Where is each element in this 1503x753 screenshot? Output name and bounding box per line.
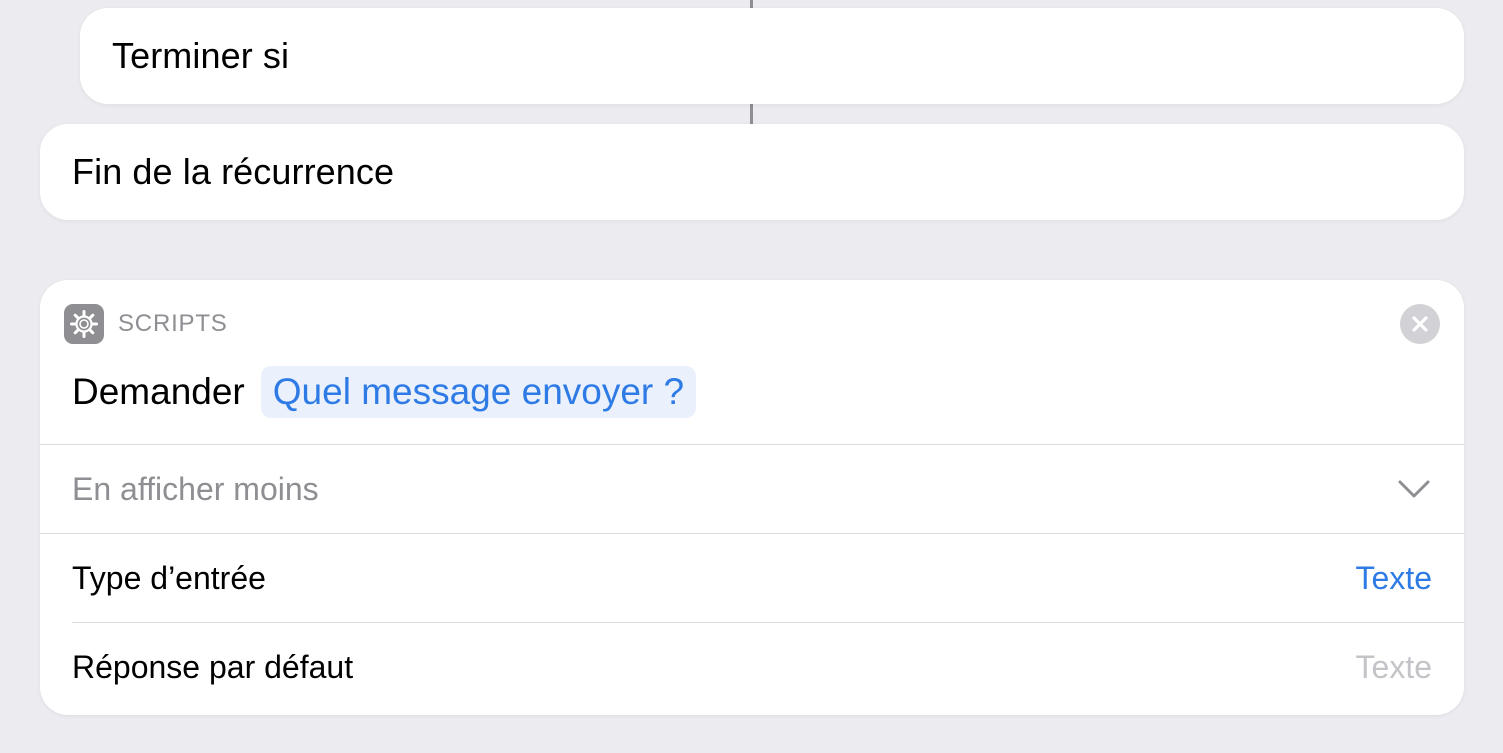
param-row-input-type[interactable]: Type d’entrée Texte bbox=[40, 534, 1464, 622]
block-title: Fin de la récurrence bbox=[72, 151, 395, 192]
remove-action-button[interactable] bbox=[1400, 304, 1440, 344]
action-category-label: SCRIPTS bbox=[118, 310, 228, 337]
prompt-text-field[interactable]: Quel message envoyer ? bbox=[260, 366, 697, 418]
show-less-label: En afficher moins bbox=[72, 470, 319, 507]
default-answer-field[interactable]: Texte bbox=[1356, 649, 1432, 686]
close-icon bbox=[1412, 316, 1428, 332]
action-card-demander[interactable]: SCRIPTS Demander Quel message envoyer ? … bbox=[40, 280, 1464, 715]
chevron-down-icon bbox=[1396, 477, 1432, 501]
show-less-toggle[interactable]: En afficher moins bbox=[40, 445, 1464, 533]
shortcut-editor: { "blocks": { "terminer_si": { "title": … bbox=[0, 0, 1503, 753]
action-category-header: SCRIPTS bbox=[64, 304, 228, 344]
block-title: Terminer si bbox=[112, 35, 290, 76]
param-row-default-answer[interactable]: Réponse par défaut Texte bbox=[40, 623, 1464, 711]
input-type-value[interactable]: Texte bbox=[1356, 560, 1432, 597]
block-fin-recurrence[interactable]: Fin de la récurrence bbox=[40, 124, 1464, 220]
param-label: Réponse par défaut bbox=[72, 648, 354, 685]
action-summary: Demander Quel message envoyer ? bbox=[72, 366, 697, 418]
block-terminer-si[interactable]: Terminer si bbox=[80, 8, 1464, 104]
gear-icon bbox=[64, 304, 104, 344]
action-label: Demander bbox=[72, 371, 245, 412]
param-label: Type d’entrée bbox=[72, 559, 266, 596]
